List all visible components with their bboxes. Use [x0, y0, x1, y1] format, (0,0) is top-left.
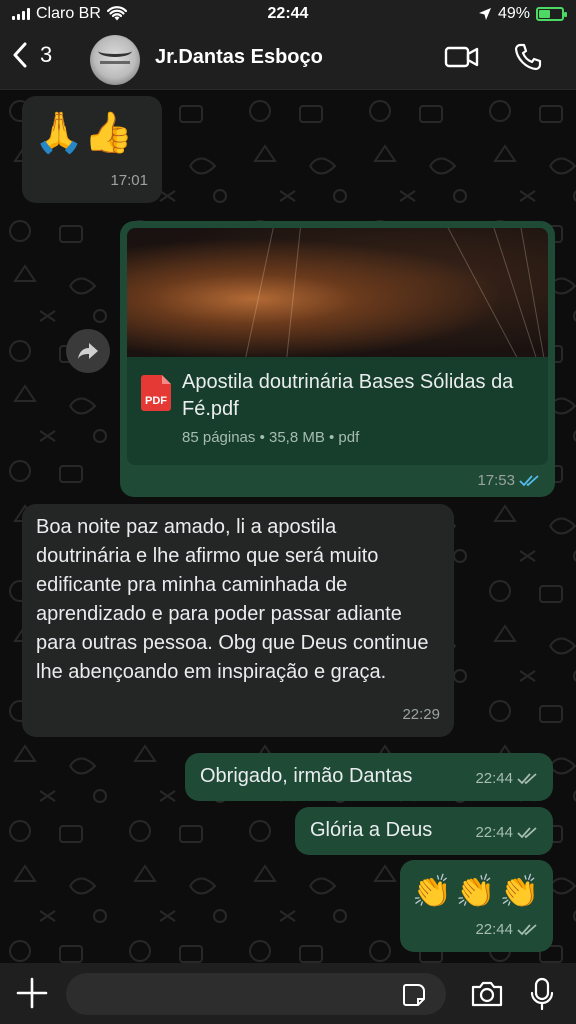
forward-arrow-icon — [78, 343, 98, 359]
message-text: Glória a Deus — [310, 819, 433, 841]
message-incoming[interactable]: Boa noite paz amado, li a apostila doutr… — [22, 504, 454, 737]
unread-count: 3 — [40, 42, 53, 67]
avatar[interactable] — [90, 35, 140, 85]
composer-bar — [0, 963, 576, 1024]
message-emoji: 👏👏👏 — [412, 872, 544, 910]
contact-name[interactable]: Jr.Dantas Esboço — [155, 46, 323, 69]
message-time: 22:44 — [475, 818, 539, 847]
video-call-button[interactable] — [444, 42, 480, 77]
microphone-button[interactable] — [530, 977, 554, 1016]
message-outgoing[interactable]: Obrigado, irmão Dantas 22:44 — [185, 753, 553, 801]
message-time: 22:29 — [402, 706, 440, 723]
chevron-left-icon — [13, 42, 27, 68]
message-text: Obrigado, irmão Dantas — [200, 765, 413, 787]
crown-of-thorns-icon — [98, 45, 132, 57]
back-button[interactable]: 3 — [12, 42, 52, 68]
status-right: 49% — [478, 5, 567, 23]
message-time: 17:01 — [110, 172, 148, 189]
message-text: Boa noite paz amado, li a apostila doutr… — [36, 516, 429, 683]
document-name: Apostila doutrinária Bases Sólidas da Fé… — [182, 371, 514, 420]
message-time: 17:53 — [477, 472, 541, 489]
message-document[interactable]: PDF Apostila doutrinária Bases Sólidas d… — [120, 221, 555, 497]
document-info[interactable]: PDF Apostila doutrinária Bases Sólidas d… — [127, 357, 548, 465]
voice-call-button[interactable] — [513, 42, 543, 77]
message-outgoing[interactable]: 👏👏👏 22:44 — [400, 860, 553, 952]
message-incoming[interactable]: 🙏👍 17:01 — [22, 96, 162, 203]
phone-icon — [514, 43, 542, 71]
message-emoji: 🙏👍 — [34, 110, 134, 156]
status-bar: Claro BR 22:44 49% — [0, 0, 576, 30]
document-thumbnail[interactable] — [127, 228, 548, 357]
chat-area[interactable]: 🙏👍 17:01 PDF Apostila doutrinária Bases … — [0, 91, 576, 963]
message-time: 22:44 — [475, 915, 539, 944]
plus-icon — [16, 977, 48, 1009]
avatar-logo-text — [100, 61, 130, 64]
camera-button[interactable] — [470, 981, 504, 1012]
message-input[interactable] — [66, 973, 446, 1015]
microphone-icon — [530, 977, 554, 1011]
pdf-file-icon: PDF — [141, 375, 171, 411]
forward-button[interactable] — [66, 329, 110, 373]
sticker-button[interactable] — [402, 983, 426, 1012]
chat-header: 3 Jr.Dantas Esboço — [0, 30, 576, 90]
attach-button[interactable] — [16, 975, 48, 1016]
message-time: 22:44 — [475, 764, 539, 793]
sticker-icon — [403, 984, 425, 1006]
battery-percent: 49% — [497, 5, 530, 22]
delivered-ticks-icon — [517, 772, 537, 784]
video-camera-icon — [444, 46, 479, 68]
delivered-ticks-icon — [517, 923, 537, 935]
camera-icon — [471, 981, 503, 1007]
battery-icon — [536, 7, 567, 21]
read-ticks-icon — [519, 474, 539, 486]
document-meta: 85 páginas • 35,8 MB • pdf — [182, 429, 360, 446]
message-outgoing[interactable]: Glória a Deus 22:44 — [295, 807, 553, 855]
delivered-ticks-icon — [517, 826, 537, 838]
location-arrow-icon — [478, 8, 491, 20]
